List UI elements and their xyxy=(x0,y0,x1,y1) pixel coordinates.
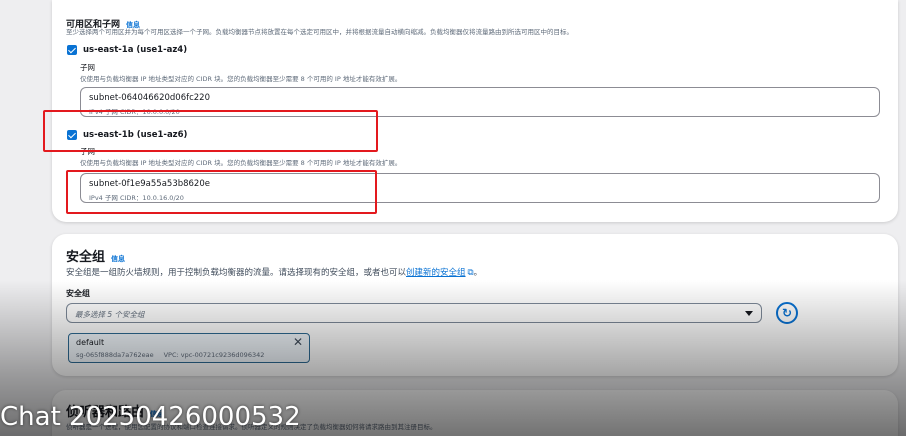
zone-1-subnet-desc: 仅使用与负载均衡器 IP 地址类型对应的 CIDR 块。您的负载均衡器至少需要 … xyxy=(80,75,402,83)
refresh-button[interactable]: ↻ xyxy=(776,302,798,324)
zone-1-subnet-label: 子网 xyxy=(80,63,95,72)
zone-2-subnet-desc: 仅使用与负载均衡器 IP 地址类型对应的 CIDR 块。您的负载均衡器至少需要 … xyxy=(80,159,402,167)
highlight-box-subnet xyxy=(66,170,377,214)
watermark-text: Chat 20250426000532 xyxy=(0,402,301,432)
refresh-icon: ↻ xyxy=(781,306,793,320)
close-icon[interactable]: ✕ xyxy=(293,336,303,348)
caret-down-icon xyxy=(745,311,753,316)
zone-1-label: us-east-1a (use1-az4) xyxy=(83,45,188,55)
zone-1-subnet-id: subnet-064046620d06fc220 xyxy=(89,93,211,103)
az-section-desc: 至少选择两个可用区并为每个可用区选择一个子网。负载均衡器节点将放置在每个选定可用… xyxy=(66,28,573,36)
sg-token-vpc: VPC: vpc-00721c9236d096342 xyxy=(163,351,265,359)
sg-field-label: 安全组 xyxy=(66,289,90,298)
zone-1-checkbox[interactable] xyxy=(67,45,77,55)
sg-info-link[interactable]: 信息 xyxy=(111,255,125,263)
sg-desc-prefix: 安全组是一组防火墙规则，用于控制负载均衡器的流量。请选择现有的安全组，或者也可以 xyxy=(66,268,407,278)
sg-section-desc: 安全组是一组防火墙规则，用于控制负载均衡器的流量。请选择现有的安全组，或者也可以… xyxy=(66,266,482,278)
create-sg-link[interactable]: 创建新的安全组 xyxy=(406,268,466,278)
sg-token-name: default xyxy=(76,338,105,347)
sg-multiselect[interactable]: 最多选择 5 个安全组 xyxy=(66,303,762,323)
sg-placeholder: 最多选择 5 个安全组 xyxy=(75,310,145,319)
sg-section-title: 安全组 xyxy=(66,250,106,265)
sg-token-id: sg-065f888da7a762eae xyxy=(76,351,154,359)
highlight-box-zone xyxy=(43,110,378,152)
sg-section-header: 安全组 信息 xyxy=(66,246,125,265)
sg-desc-suffix: 。 xyxy=(473,268,483,278)
sg-token: default sg-065f888da7a762eae VPC: vpc-007… xyxy=(68,333,310,363)
sg-token-meta: sg-065f888da7a762eae VPC: vpc-00721c9236d… xyxy=(76,351,264,359)
